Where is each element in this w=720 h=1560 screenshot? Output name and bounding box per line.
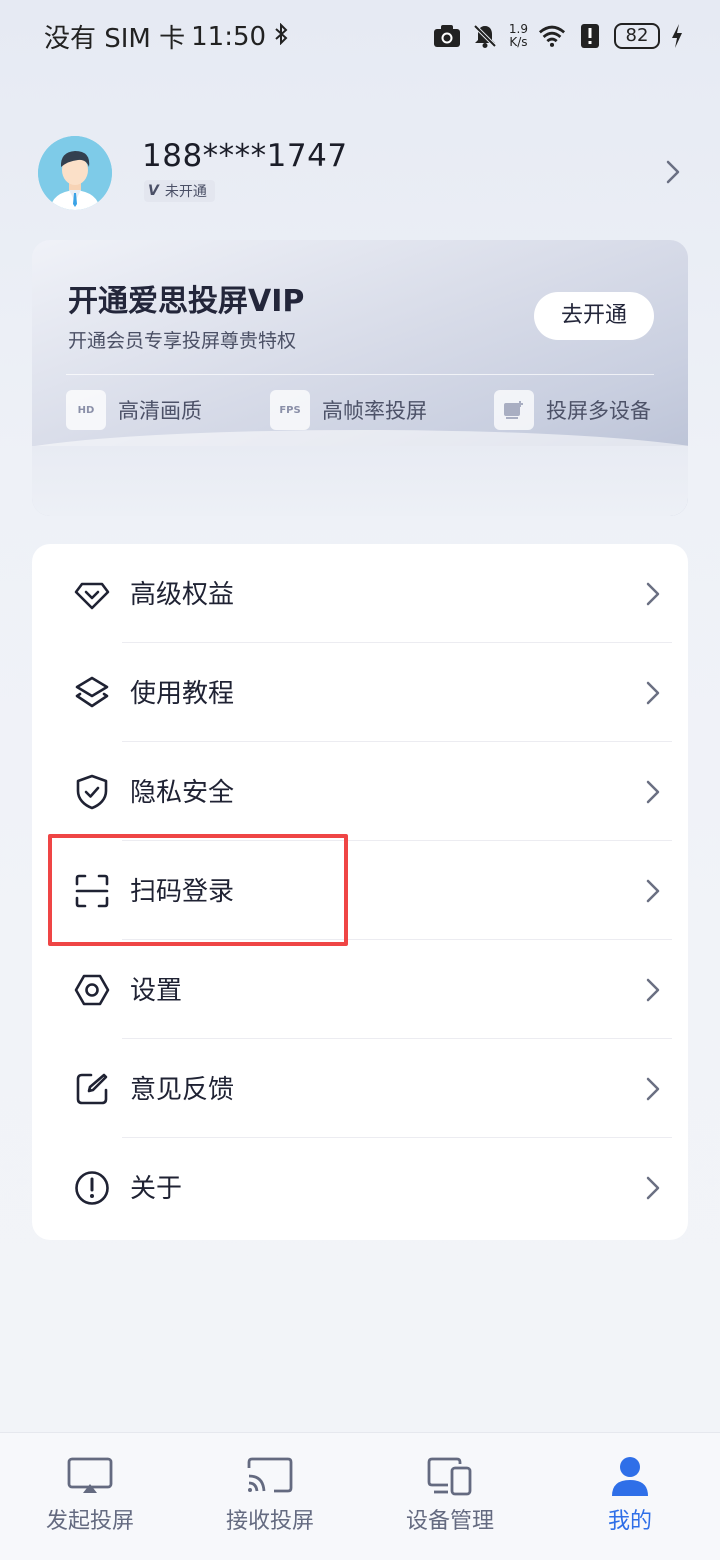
menu-item-privacy-security[interactable]: 隐私安全 <box>32 742 688 841</box>
multi-device-icon <box>494 390 534 430</box>
net-speed-unit: K/s <box>509 35 528 49</box>
chevron-right-icon <box>646 1176 660 1204</box>
perk-label: 投屏多设备 <box>546 399 651 423</box>
user-phone: 188****1747 <box>142 138 348 174</box>
menu-item-settings[interactable]: 设置 <box>32 940 688 1039</box>
profile-header[interactable]: 188****1747 V 未开通 <box>38 136 688 212</box>
clock: 11:50 <box>191 21 267 52</box>
chevron-right-icon <box>646 879 660 907</box>
chevron-right-icon <box>646 681 660 709</box>
vip-status-badge: V 未开通 <box>144 180 215 202</box>
menu-item-label: 意见反馈 <box>130 1075 235 1105</box>
tab-receive-cast[interactable]: 接收投屏 <box>180 1433 360 1560</box>
info-icon <box>74 1170 110 1206</box>
tab-device-management[interactable]: 设备管理 <box>360 1433 540 1560</box>
chevron-right-icon <box>646 1077 660 1105</box>
user-icon <box>600 1451 660 1501</box>
perk-hd: HD 高清画质 <box>66 390 202 430</box>
hexagon-settings-icon <box>74 972 110 1008</box>
camera-icon <box>433 22 461 50</box>
menu-item-tutorial[interactable]: 使用教程 <box>32 643 688 742</box>
vip-card-divider <box>66 374 654 375</box>
perk-label: 高清画质 <box>118 399 202 423</box>
fps-icon: FPS <box>270 390 310 430</box>
menu-item-label: 隐私安全 <box>130 778 235 808</box>
cast-receive-icon <box>240 1451 300 1501</box>
edit-icon <box>74 1071 110 1107</box>
bottom-tab-bar: 发起投屏 接收投屏 设备管理 我的 <box>0 1432 720 1560</box>
perk-multi-device: 投屏多设备 <box>494 390 651 430</box>
vip-status-text: 未开通 <box>164 184 207 200</box>
vip-card-title: 开通爱思投屏VIP <box>68 284 305 319</box>
charging-icon <box>670 22 684 50</box>
scan-icon <box>74 873 110 909</box>
menu-item-about[interactable]: 关于 <box>32 1138 688 1237</box>
carrier-text: 没有 SIM 卡 <box>44 24 186 54</box>
avatar[interactable] <box>38 136 112 210</box>
bluetooth-icon <box>274 22 288 51</box>
alert-icon <box>576 22 604 50</box>
battery-level: 82 <box>614 23 660 49</box>
wifi-icon <box>538 22 566 50</box>
vip-promo-card[interactable]: 开通爱思投屏VIP 开通会员专享投屏尊贵特权 去开通 HD 高清画质 FPS 高… <box>32 240 688 516</box>
status-right: 1.9 K/s 82 <box>433 18 684 54</box>
tab-label: 我的 <box>607 1509 652 1534</box>
menu-item-premium-benefits[interactable]: 高级权益 <box>32 544 688 643</box>
perk-label: 高帧率投屏 <box>322 399 427 423</box>
menu-card: 高级权益 使用教程 隐私安全 扫码登录 设置 意见反馈 关于 <box>32 544 688 1240</box>
chevron-right-icon <box>666 160 680 188</box>
diamond-icon <box>74 576 110 612</box>
tab-label: 接收投屏 <box>225 1509 314 1534</box>
menu-item-feedback[interactable]: 意见反馈 <box>32 1039 688 1138</box>
mute-bell-icon <box>471 22 499 50</box>
vip-card-subtitle: 开通会员专享投屏尊贵特权 <box>68 330 297 352</box>
tab-label: 设备管理 <box>405 1509 494 1534</box>
menu-item-label: 扫码登录 <box>130 877 235 907</box>
menu-item-label: 使用教程 <box>130 679 235 709</box>
status-left: 没有 SIM 卡 11:50 <box>44 18 288 55</box>
menu-item-label: 设置 <box>130 976 183 1006</box>
tab-label: 发起投屏 <box>45 1509 134 1534</box>
cast-send-icon <box>60 1451 120 1501</box>
menu-item-scan-login[interactable]: 扫码登录 <box>32 841 688 940</box>
tab-mine[interactable]: 我的 <box>540 1433 720 1560</box>
hd-icon: HD <box>66 390 106 430</box>
vip-badge-letter: V <box>148 183 159 199</box>
menu-item-label: 高级权益 <box>130 580 235 610</box>
net-speed: 1.9 K/s <box>509 23 528 49</box>
chevron-right-icon <box>646 780 660 808</box>
layers-icon <box>74 675 110 711</box>
devices-icon <box>420 1451 480 1501</box>
status-bar: 没有 SIM 卡 11:50 1.9 K/s 82 <box>0 0 720 72</box>
chevron-right-icon <box>646 978 660 1006</box>
menu-item-label: 关于 <box>130 1174 183 1204</box>
chevron-right-icon <box>646 582 660 610</box>
shield-check-icon <box>74 774 110 810</box>
activate-vip-button[interactable]: 去开通 <box>534 292 654 340</box>
card-lower-band <box>32 446 688 516</box>
perk-fps: FPS 高帧率投屏 <box>270 390 427 430</box>
tab-start-cast[interactable]: 发起投屏 <box>0 1433 180 1560</box>
